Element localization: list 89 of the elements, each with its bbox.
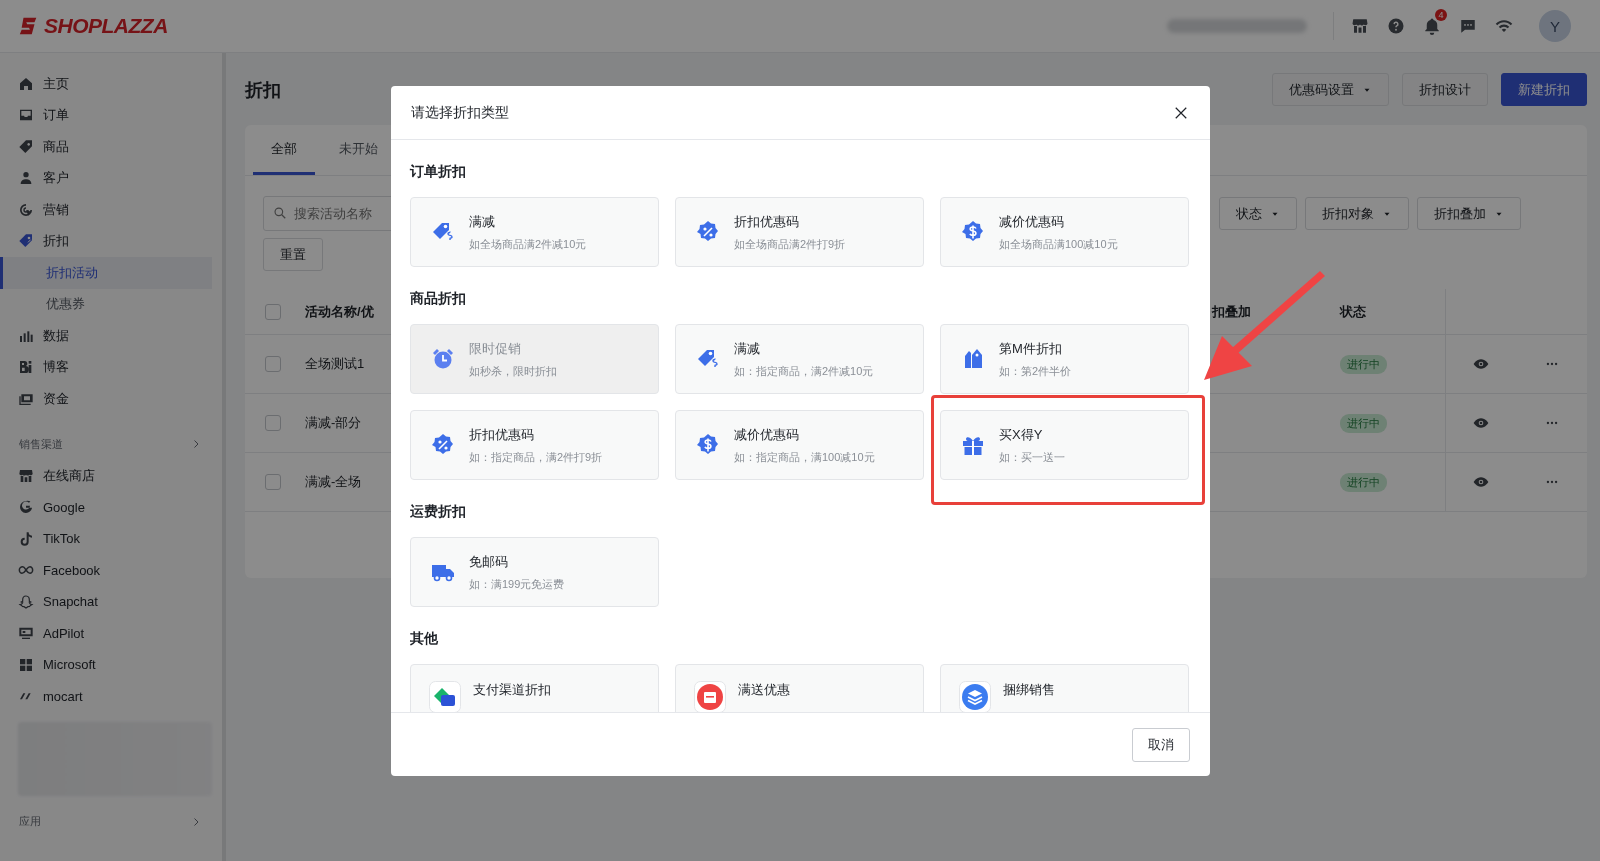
section-heading: 其他: [410, 628, 439, 648]
discount-type-card[interactable]: 满减 如：指定商品，满2件减10元: [675, 324, 924, 394]
nav-item[interactable]: 客户: [0, 162, 212, 194]
user-avatar[interactable]: Y: [1539, 10, 1571, 42]
blog-icon: [18, 359, 34, 376]
discount-type-card[interactable]: 第M件折扣 如：第2件半价: [940, 324, 1189, 394]
store-icon: [1351, 17, 1369, 35]
filter-dropdown[interactable]: 状态: [1219, 197, 1297, 230]
nav-item[interactable]: 博客: [0, 351, 212, 383]
filter-dropdown[interactable]: 折扣叠加: [1417, 197, 1521, 230]
store-icon: [18, 467, 34, 484]
chat-icon: [1459, 17, 1477, 35]
dollar-badge-icon: [961, 220, 985, 244]
percent-badge-icon: [431, 433, 455, 457]
wifi-icon: [1495, 17, 1513, 35]
search-icon: [273, 206, 287, 220]
nav-item[interactable]: 主页: [0, 68, 212, 100]
table-cell: 满减-部分: [305, 415, 362, 430]
nav-item[interactable]: Snapchat: [0, 586, 212, 618]
discount-type-card[interactable]: 折扣优惠码 如全场商品满2件打9折: [675, 197, 924, 267]
section-heading: 应用: [19, 814, 41, 830]
status-badge: 进行中: [1340, 472, 1387, 492]
checkbox[interactable]: [265, 356, 281, 372]
nav-subitem[interactable]: 折扣活动: [0, 257, 212, 289]
dollar-badge-icon: [696, 433, 720, 457]
notification-badge: 4: [1435, 9, 1447, 21]
nav-item[interactable]: 订单: [0, 99, 212, 131]
filter-dropdown[interactable]: 折扣对象: [1305, 197, 1409, 230]
windows-grid-icon: [18, 656, 34, 673]
table-cell: 满减-全场: [305, 474, 362, 489]
bell-icon: [1423, 17, 1441, 35]
table-cell: 全场测试1: [305, 356, 365, 371]
g-logo-icon: [18, 499, 34, 516]
nav-item[interactable]: mocart: [0, 680, 212, 712]
nav-item[interactable]: 折扣: [0, 225, 212, 257]
nav-item[interactable]: 在线商店: [0, 460, 212, 492]
discount-type-card[interactable]: 捆绑销售: [940, 664, 1189, 712]
ghost-icon: [18, 593, 34, 610]
column-header: 状态: [1340, 303, 1366, 319]
eye-icon[interactable]: [1473, 474, 1490, 490]
discount-type-card[interactable]: 支付渠道折扣: [410, 664, 659, 712]
brand-logo[interactable]: SHOPLAZZA: [18, 14, 168, 38]
percent-badge-icon: [696, 220, 720, 244]
home-icon: [18, 75, 34, 92]
tab[interactable]: 全部: [253, 125, 315, 175]
nav-item[interactable]: Microsoft: [0, 649, 212, 681]
column-header: 扣叠加: [1212, 303, 1251, 319]
tag-icon: [18, 138, 34, 155]
discount-type-card[interactable]: 折扣优惠码 如：指定商品，满2件打9折: [410, 410, 659, 480]
eye-icon[interactable]: [1473, 356, 1490, 372]
discount-type-card[interactable]: 买X得Y 如：买一送一: [940, 410, 1189, 480]
section-heading: 商品折扣: [410, 288, 467, 308]
nav-item[interactable]: 商品: [0, 131, 212, 163]
eye-icon[interactable]: [1473, 415, 1490, 431]
target-icon: [18, 201, 34, 218]
nav-item[interactable]: 资金: [0, 383, 212, 415]
nav-item[interactable]: AdPilot: [0, 617, 212, 649]
checkbox[interactable]: [265, 303, 281, 320]
status-badge: 进行中: [1340, 354, 1387, 374]
checkbox[interactable]: [265, 474, 281, 490]
nav-item[interactable]: Facebook: [0, 554, 212, 586]
checkbox[interactable]: [265, 415, 281, 431]
reset-button[interactable]: 重置: [263, 238, 323, 271]
nav-item[interactable]: 数据: [0, 320, 212, 352]
action-button[interactable]: 折扣设计: [1402, 73, 1488, 106]
nav-item[interactable]: 营销: [0, 194, 212, 226]
help-icon: [1387, 17, 1405, 35]
nav-item[interactable]: Google: [0, 491, 212, 523]
dropdown-button[interactable]: 优惠码设置: [1272, 73, 1389, 106]
section-heading: 订单折扣: [410, 161, 467, 181]
tag-percent-icon: [18, 233, 34, 250]
discount-type-card[interactable]: 免邮码 如：满199元免运费: [410, 537, 659, 607]
nav-item[interactable]: TikTok: [0, 523, 212, 555]
person-icon: [18, 170, 34, 187]
page-title: 折扣: [245, 78, 281, 102]
column-header: 活动名称/优: [305, 303, 374, 319]
create-button[interactable]: 新建折扣: [1501, 73, 1587, 106]
modal-title: 请选择折扣类型: [411, 103, 509, 122]
discount-type-card[interactable]: 满减 如全场商品满2件减10元: [410, 197, 659, 267]
cancel-button[interactable]: 取消: [1132, 727, 1190, 762]
alarm-clock-icon: [431, 347, 455, 371]
note-icon: [18, 530, 34, 547]
ad-screen-icon: [18, 625, 34, 642]
status-badge: 进行中: [1340, 413, 1387, 433]
discount-type-card[interactable]: 满送优惠: [675, 664, 924, 712]
discount-type-card[interactable]: 减价优惠码 如全场商品满100减10元: [940, 197, 1189, 267]
section-heading: 销售渠道: [19, 436, 63, 452]
section-heading: 运费折扣: [410, 501, 467, 521]
discount-type-card[interactable]: 减价优惠码 如：指定商品，满100减10元: [675, 410, 924, 480]
